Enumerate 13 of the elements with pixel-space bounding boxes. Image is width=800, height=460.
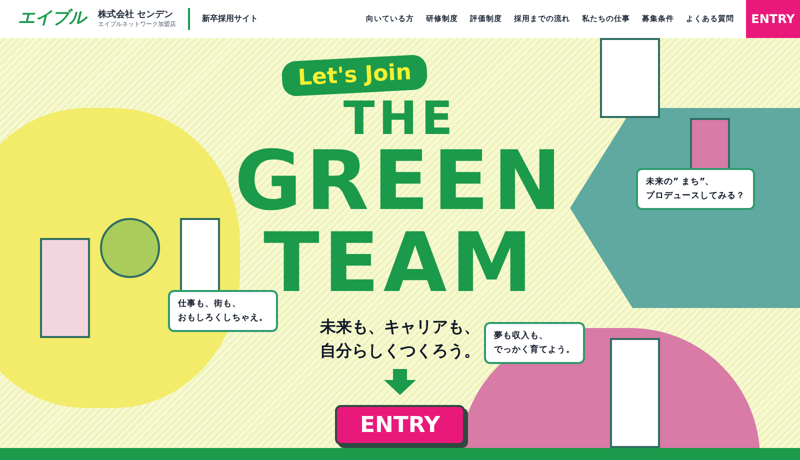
hero-title: THE bbox=[343, 95, 457, 141]
down-arrow-icon bbox=[384, 369, 416, 395]
logo[interactable]: エイブル bbox=[18, 6, 86, 32]
lets-join-badge: Let's Join bbox=[281, 54, 429, 97]
entry-button[interactable]: ENTRY bbox=[746, 0, 800, 38]
speech-bubble: 夢も収入も、 でっかく育てよう。 bbox=[484, 322, 585, 364]
speech-bubble: 未来の” まち”、 プロデュースしてみる？ bbox=[636, 168, 755, 210]
tagline: 未来も、キャリアも、 自分らしくつくろう。 bbox=[320, 316, 480, 362]
speech-bubble: 仕事も、街も、 おもしろくしちゃえ。 bbox=[168, 290, 278, 332]
hero-title: GREEN bbox=[234, 141, 566, 223]
site-label: 新卒採用サイト bbox=[202, 13, 258, 25]
company-name: 株式会社 センデン bbox=[98, 10, 174, 21]
entry-button[interactable]: ENTRY bbox=[335, 405, 465, 445]
